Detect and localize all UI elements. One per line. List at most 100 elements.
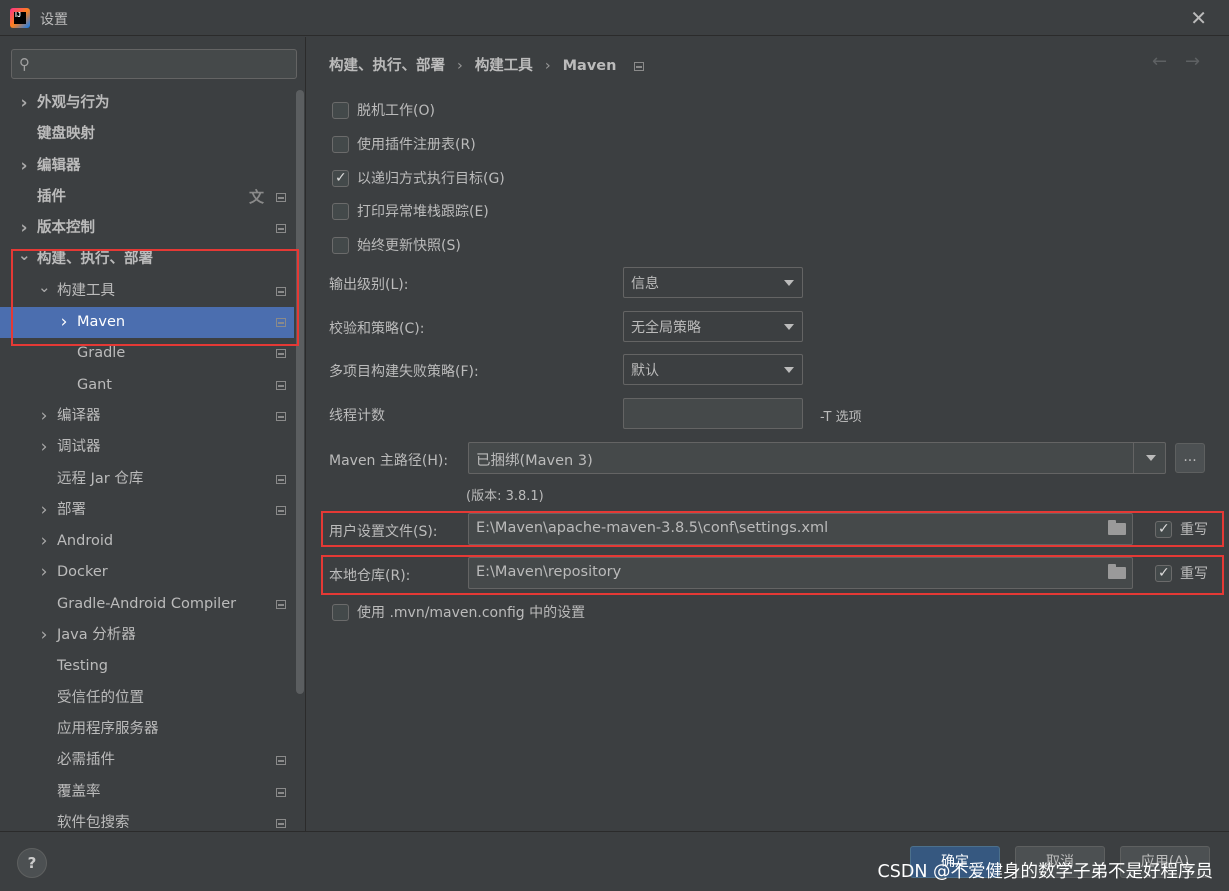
sidebar-item-label: 部署 [57, 501, 86, 518]
sidebar-item[interactable]: › Java 分析器 [0, 620, 294, 651]
multiproject-select[interactable]: 默认 [623, 354, 803, 385]
close-icon[interactable]: ✕ [1190, 6, 1207, 30]
sidebar-item-label: Testing [57, 658, 108, 675]
checksum-value: 无全局策略 [631, 320, 701, 336]
breadcrumb: 构建、执行、部署 › 构建工具 › Maven [329, 54, 645, 75]
sidebar-item-label: 版本控制 [37, 220, 95, 237]
maven-home-browse-button[interactable]: ... [1175, 443, 1205, 473]
watermark-text: CSDN @不爱健身的数学子弟不是好程序员 [877, 862, 1213, 882]
search-input[interactable]: ⚲ [11, 49, 297, 79]
window-title: 设置 [40, 12, 68, 28]
breadcrumb-separator: › [457, 58, 463, 74]
maven-home-label: Maven 主路径(H): [329, 453, 449, 469]
help-button[interactable]: ? [17, 848, 47, 878]
sidebar-item[interactable]: 应用程序服务器 [0, 714, 294, 745]
dialog-footer: ? 确定 取消 应用(A) CSDN @不爱健身的数学子弟不是好程序员 [0, 831, 1229, 891]
chevron-right-icon[interactable]: › [38, 401, 50, 432]
sidebar-item[interactable]: 必需插件 [0, 745, 294, 776]
sidebar-item[interactable]: Testing [0, 651, 294, 682]
project-settings-icon [276, 380, 286, 390]
search-icon: ⚲ [19, 55, 30, 73]
maven-home-value: 已捆绑(Maven 3) [476, 453, 593, 469]
sidebar-item[interactable]: › 编译器 [0, 401, 294, 432]
offline-label: 脱机工作(O) [357, 103, 435, 119]
sidebar-item[interactable]: › Docker [0, 557, 294, 588]
maven-home-select[interactable]: 已捆绑(Maven 3) [468, 442, 1166, 474]
chevron-right-icon[interactable]: › [38, 495, 50, 526]
chevron-right-icon[interactable]: › [38, 620, 50, 651]
print-stack-label: 打印异常堆栈跟踪(E) [357, 204, 489, 220]
recursive-checkbox[interactable] [332, 168, 349, 188]
sidebar-item-label: 必需插件 [57, 752, 115, 769]
chevron-right-icon[interactable]: › [18, 151, 30, 182]
title-bar: IJ 设置 ✕ [0, 0, 1229, 36]
sidebar-item[interactable]: › 版本控制 [0, 213, 294, 244]
chevron-right-icon[interactable]: › [38, 526, 50, 557]
sidebar-item[interactable]: › 调试器 [0, 432, 294, 463]
combo-divider [1133, 443, 1134, 473]
chevron-right-icon[interactable]: › [18, 88, 30, 119]
sidebar-item[interactable]: › 部署 [0, 495, 294, 526]
forward-arrow-icon[interactable]: → [1185, 51, 1200, 72]
sidebar-item[interactable]: 覆盖率 [0, 777, 294, 808]
threads-input[interactable] [623, 398, 803, 429]
always-update-label: 始终更新快照(S) [357, 238, 461, 254]
sidebar-item-label: 插件 [37, 188, 66, 205]
sidebar-item-label: 受信任的位置 [57, 689, 144, 706]
offline-checkbox[interactable] [332, 102, 349, 119]
print-stack-checkbox[interactable] [332, 203, 349, 220]
plugin-registry-checkbox[interactable] [332, 136, 349, 153]
sidebar-item[interactable]: Gant [0, 370, 294, 401]
output-level-value: 信息 [631, 276, 659, 292]
mvn-config-checkbox[interactable] [332, 604, 349, 621]
project-settings-icon [276, 818, 286, 828]
project-settings-icon [276, 349, 286, 359]
breadcrumb-separator: › [544, 58, 551, 74]
sidebar-item[interactable]: › 编辑器 [0, 151, 294, 182]
project-settings-icon [276, 474, 286, 484]
sidebar-item-label: Gant [77, 376, 112, 393]
sidebar-item-label: 远程 Jar 仓库 [57, 470, 144, 487]
sidebar-scrollbar[interactable] [296, 90, 304, 694]
sidebar-item[interactable]: 受信任的位置 [0, 683, 294, 714]
project-settings-icon [276, 411, 286, 421]
sidebar-item[interactable]: › 外观与行为 [0, 88, 294, 119]
translate-icon: 文 [248, 187, 264, 206]
sidebar-item[interactable]: › Android [0, 526, 294, 557]
sidebar-item-label: 调试器 [57, 439, 101, 456]
sidebar-item[interactable]: 远程 Jar 仓库 [0, 464, 294, 495]
chevron-right-icon[interactable]: › [38, 432, 50, 463]
breadcrumb-part3: Maven [562, 58, 617, 74]
multiproject-label: 多项目构建失败策略(F): [329, 364, 479, 380]
sidebar-item[interactable]: 插件 文 [0, 182, 294, 213]
breadcrumb-part2[interactable]: 构建工具 [475, 58, 533, 74]
sidebar-item-label: 软件包搜索 [57, 814, 130, 831]
checksum-select[interactable]: 无全局策略 [623, 311, 803, 342]
app-icon-text: IJ [15, 12, 21, 19]
project-settings-icon [276, 224, 286, 234]
output-level-select[interactable]: 信息 [623, 267, 803, 298]
sidebar-item[interactable]: 软件包搜索 [0, 808, 294, 831]
settings-sidebar: ⚲ › 外观与行为 键盘映射 › 编辑器 插件文 › 版本控制 ⌄ 构建、执行、部署 ⌄ 构建工具 › M… [0, 37, 306, 831]
plugin-registry-label: 使用插件注册表(R) [357, 137, 476, 153]
sidebar-item-label: Java 分析器 [57, 627, 136, 644]
always-update-checkbox[interactable] [332, 237, 349, 254]
project-settings-icon [634, 61, 645, 71]
maven-version-text: (版本: 3.8.1) [466, 489, 544, 504]
maven-settings-panel: 构建、执行、部署 › 构建工具 › Maven ← → 脱机工作(O) 使用插件注册表(… [307, 37, 1229, 831]
multiproject-value: 默认 [631, 363, 659, 379]
project-settings-icon [276, 787, 286, 797]
highlight-box-build-tools [11, 249, 299, 346]
sidebar-item-label: 编译器 [57, 407, 101, 424]
back-arrow-icon[interactable]: ← [1152, 51, 1167, 72]
chevron-down-icon [784, 367, 794, 373]
threads-label: 线程计数 [329, 408, 385, 424]
sidebar-item[interactable]: Gradle-Android Compiler [0, 589, 294, 620]
settings-tree: › 外观与行为 键盘映射 › 编辑器 插件文 › 版本控制 ⌄ 构建、执行、部署 ⌄ 构建工具 › Mav… [0, 88, 294, 831]
sidebar-item-label: Docker [57, 564, 108, 581]
chevron-right-icon[interactable]: › [38, 557, 50, 588]
sidebar-item[interactable]: 键盘映射 [0, 119, 294, 150]
project-settings-icon [276, 599, 286, 609]
breadcrumb-part1[interactable]: 构建、执行、部署 [329, 58, 445, 74]
threads-hint: -T 选项 [820, 410, 862, 425]
